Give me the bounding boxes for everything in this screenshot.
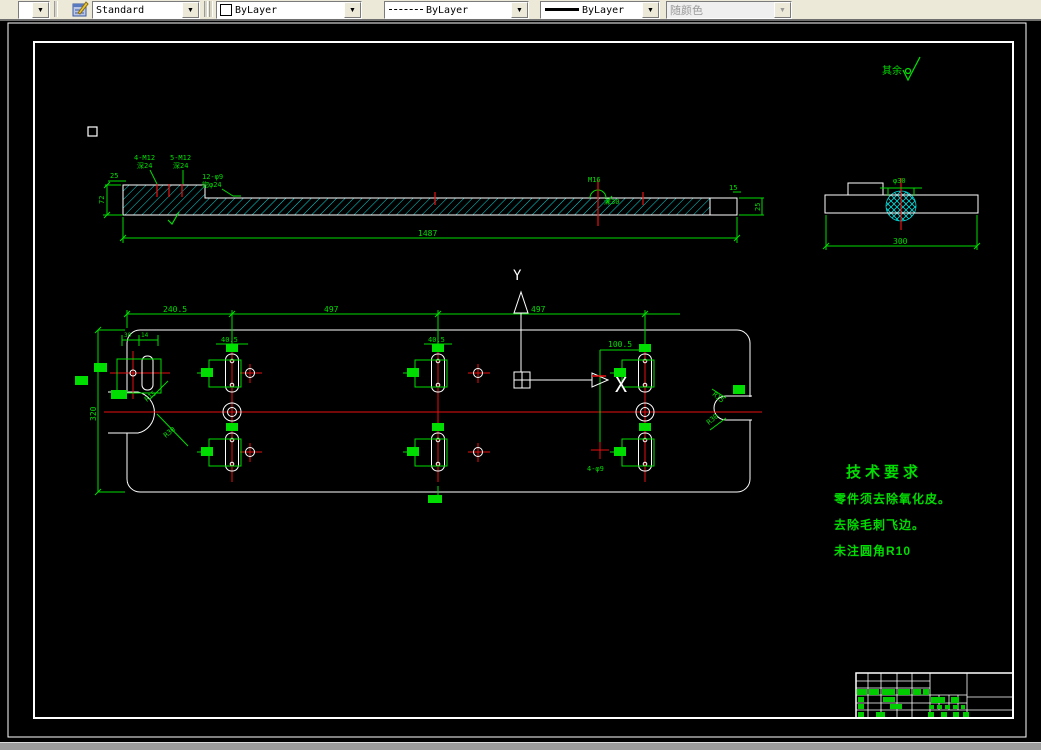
dim-label: 深24 — [137, 161, 152, 170]
dim-label: 497 — [324, 305, 339, 314]
dim-label: R15 — [711, 390, 726, 404]
dim-label: 40.5 — [221, 336, 238, 344]
tech-requirements-line: 去除毛刺飞边。 — [834, 518, 926, 532]
dim-label: 其余 — [882, 64, 902, 77]
slot-feature — [403, 423, 448, 472]
tech-requirements-line: 未注圆角R10 — [834, 544, 912, 558]
marker-square — [87, 126, 98, 137]
plan-centerlines — [104, 342, 762, 482]
tech-requirements-line: 零件须去除氧化皮。 — [834, 492, 952, 506]
dim-label: 深24 — [173, 161, 188, 170]
dim-label: 15 — [729, 184, 737, 192]
dim-label: 30 — [124, 332, 132, 339]
dim-label: 14 — [141, 332, 149, 339]
surface-roughness-icon — [902, 56, 921, 82]
slot-feature — [403, 344, 448, 393]
dim-label: 320 — [89, 406, 98, 421]
dim-label: 1487 — [418, 229, 437, 238]
title-block — [855, 672, 1014, 719]
right-notch-label-block — [733, 385, 745, 394]
tech-requirements-title: 技术要求 — [846, 464, 923, 481]
dim-label: 72 — [98, 196, 106, 204]
application-window: ▼ Standard ▼ ByLayer ▼ ByLayer ▼ ByLayer… — [0, 0, 1041, 750]
dim-label: R30 — [162, 425, 177, 439]
section-body — [122, 184, 711, 216]
dim-label: 300 — [893, 237, 908, 246]
window-bottom-edge — [0, 742, 1041, 750]
slot-feature — [197, 344, 242, 393]
dim-label: 497 — [531, 305, 546, 314]
drawing-canvas[interactable]: 4-M12深245-M12深2412-φ9锪φ242572M16深3015251… — [0, 0, 1041, 750]
dim-label: 深30 — [604, 197, 619, 206]
notch-mask — [744, 397, 756, 420]
dim-label: 4-M12 — [134, 154, 155, 162]
slot-features — [197, 344, 655, 472]
dim-label: φ30 — [893, 177, 906, 185]
dim-label: 5-M12 — [170, 154, 191, 162]
section-end-block — [709, 197, 738, 216]
technical-requirements: 技术要求 零件须去除氧化皮。 去除毛刺飞边。 未注圆角R10 — [834, 461, 1014, 568]
dim-label: Y — [513, 268, 522, 284]
dim-label: 25 — [110, 172, 118, 180]
slot-feature — [610, 423, 655, 472]
dim-label: 40.5 — [428, 336, 445, 344]
plan-view — [75, 310, 762, 503]
dim-label: 25 — [754, 203, 762, 211]
dim-label: 4-φ9 — [587, 465, 604, 473]
dim-label: 锪φ24 — [202, 180, 222, 189]
dim-label: 240.5 — [163, 305, 187, 314]
dim-label: X — [615, 373, 627, 397]
slot-feature — [197, 423, 242, 472]
left-feature-dims — [75, 335, 162, 399]
dim-label: M16 — [588, 176, 601, 184]
dim-label: 12-φ9 — [202, 173, 223, 181]
dim-label: 100.5 — [608, 340, 632, 349]
end-view-step — [847, 182, 884, 196]
dim-label: R15 — [143, 389, 158, 403]
plan-dimensions — [94, 310, 727, 500]
ucs-icon — [513, 290, 610, 389]
bottom-label-block — [428, 495, 442, 503]
